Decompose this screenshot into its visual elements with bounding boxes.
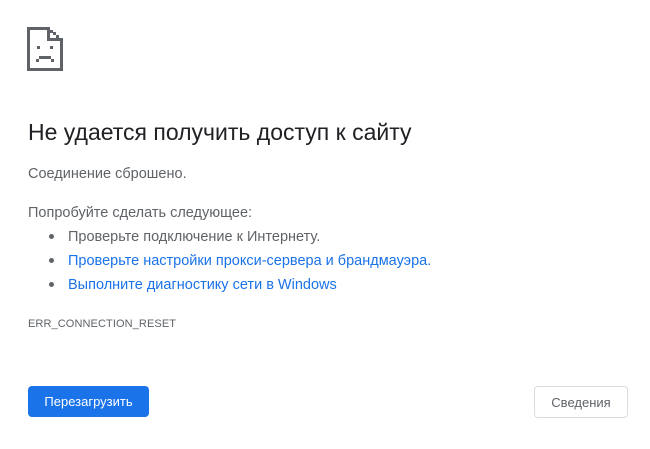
sad-page-icon — [27, 27, 63, 71]
bullet-icon — [49, 258, 54, 263]
suggestion-text: Проверьте подключение к Интернету. — [68, 229, 321, 245]
error-title: Не удается получить доступ к сайту — [28, 119, 412, 145]
error-message: Соединение сброшено. — [28, 166, 187, 182]
error-code: ERR_CONNECTION_RESET — [28, 318, 177, 330]
suggestion-item-check-connection: Проверьте подключение к Интернету. — [28, 227, 431, 251]
network-diagnostics-link[interactable]: Выполните диагностику сети в Windows — [68, 277, 337, 293]
bullet-icon — [49, 282, 54, 287]
suggestions-list: Проверьте подключение к Интернету. Прове… — [28, 227, 431, 299]
bullet-icon — [49, 234, 54, 239]
details-button[interactable]: Сведения — [534, 386, 628, 418]
suggestion-item-network-diagnostics: Выполните диагностику сети в Windows — [28, 275, 431, 299]
suggestions-heading: Попробуйте сделать следующее: — [28, 205, 253, 221]
reload-button[interactable]: Перезагрузить — [28, 386, 149, 417]
proxy-firewall-settings-link[interactable]: Проверьте настройки прокси-сервера и бра… — [68, 253, 431, 269]
suggestion-item-proxy-firewall: Проверьте настройки прокси-сервера и бра… — [28, 251, 431, 275]
